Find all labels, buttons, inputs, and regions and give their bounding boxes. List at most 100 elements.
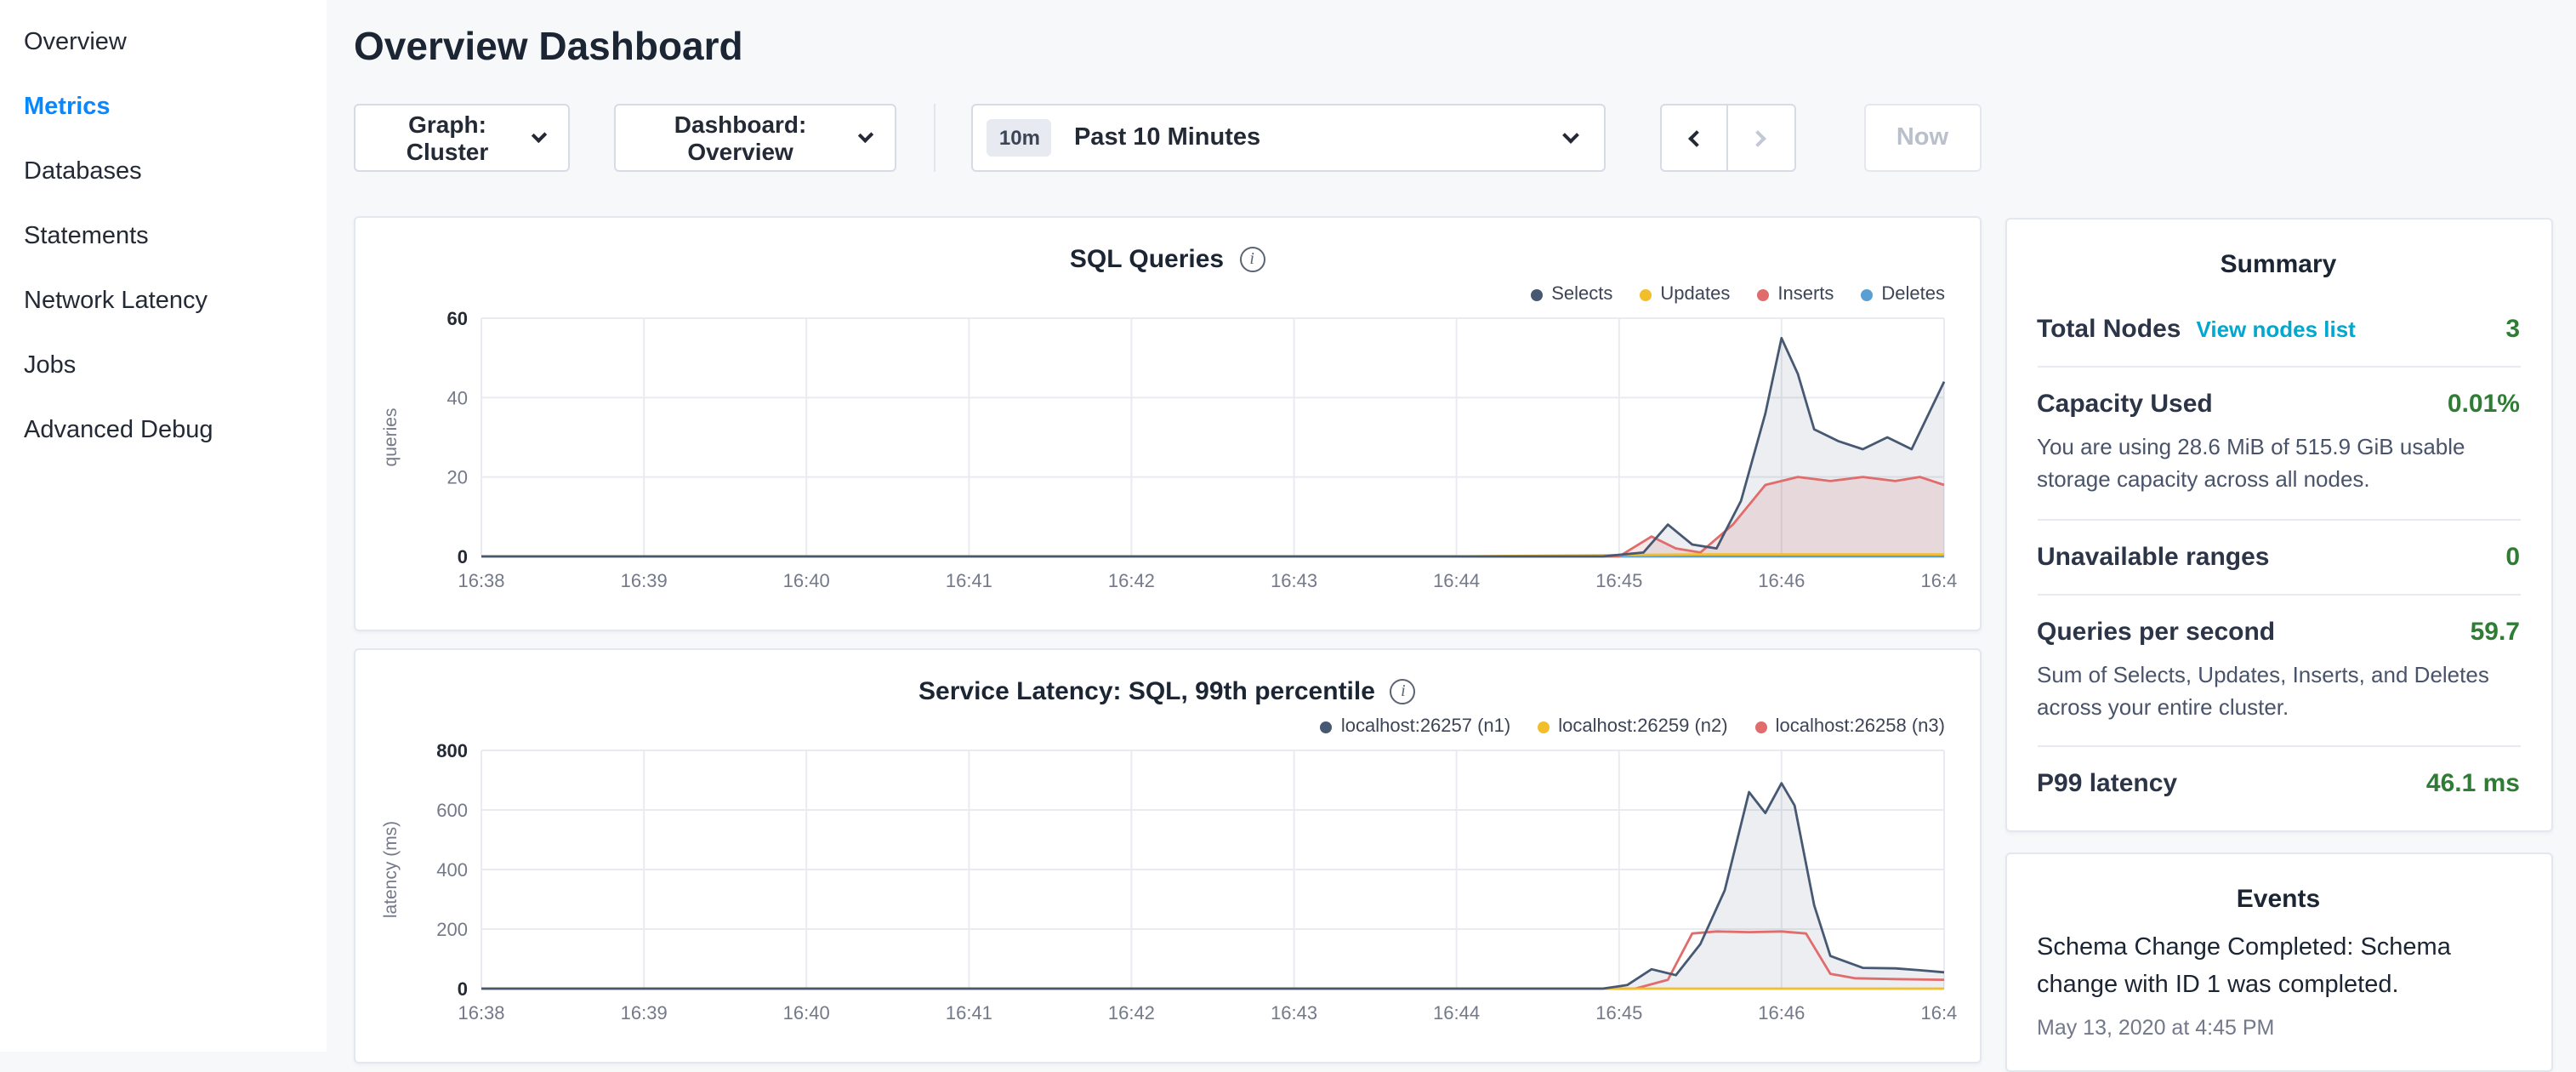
summary-description: You are using 28.6 MiB of 515.9 GiB usab…: [2037, 432, 2520, 496]
chart-svg: 16:3816:3916:4016:4116:4216:4316:4416:45…: [376, 308, 1958, 607]
legend-item[interactable]: Updates: [1640, 284, 1730, 305]
svg-text:16:38: 16:38: [458, 1002, 504, 1024]
toolbar: Graph: Cluster Dashboard: Overview 10m P…: [354, 104, 1981, 172]
svg-text:16:44: 16:44: [1433, 570, 1480, 591]
now-button[interactable]: Now: [1864, 104, 1981, 172]
chart-header: Service Latency: SQL, 99th percentile i: [376, 677, 1959, 706]
svg-text:16:46: 16:46: [1758, 570, 1805, 591]
info-icon[interactable]: i: [1390, 679, 1416, 704]
svg-text:16:42: 16:42: [1108, 1002, 1155, 1024]
events-list: Schema Change Completed: Schema change w…: [2037, 932, 2520, 1040]
summary-value: 59.7: [2471, 617, 2520, 646]
chart-plot: 16:3816:3916:4016:4116:4216:4316:4416:45…: [376, 308, 1959, 607]
now-button-label: Now: [1896, 124, 1948, 151]
svg-text:0: 0: [458, 546, 468, 567]
svg-text:60: 60: [447, 308, 468, 329]
summary-panel: Summary Total NodesView nodes list3Capac…: [2005, 218, 2552, 833]
summary-value: 3: [2505, 315, 2520, 344]
summary-row: P99 latency46.1 ms: [2037, 748, 2520, 821]
summary-value: 0: [2505, 542, 2520, 571]
legend-item[interactable]: Inserts: [1757, 284, 1834, 305]
svg-text:16:38: 16:38: [458, 570, 504, 591]
svg-text:16:46: 16:46: [1758, 1002, 1805, 1024]
sidebar-item-advanced-debug[interactable]: Advanced Debug: [0, 398, 327, 463]
event-item[interactable]: Schema Change Completed: Schema change w…: [2037, 932, 2520, 1040]
legend-item[interactable]: Deletes: [1861, 284, 1945, 305]
dashboard-dropdown-label: Dashboard: Overview: [640, 111, 841, 165]
sidebar-item-jobs[interactable]: Jobs: [0, 334, 327, 398]
graph-dropdown-label: Graph: Cluster: [379, 111, 515, 165]
legend-dot-icon: [1757, 288, 1769, 300]
svg-text:16:47: 16:47: [1920, 1002, 1958, 1024]
svg-text:16:43: 16:43: [1271, 570, 1317, 591]
chart-svg: 16:38 16:39 16:40 16:41 16:42 16:43 16:44 16:45…: [376, 740, 1958, 1040]
chart-legend: Selects Updates Inserts Deletes: [376, 284, 1945, 305]
legend-dot-icon: [1321, 721, 1333, 733]
sidebar-item-statements[interactable]: Statements: [0, 204, 327, 269]
svg-text:16:42: 16:42: [1108, 570, 1155, 591]
events-title: Events: [2037, 886, 2520, 915]
time-range-picker[interactable]: 10m Past 10 Minutes: [972, 104, 1606, 172]
time-forward-button[interactable]: [1728, 104, 1796, 172]
summary-description: Sum of Selects, Updates, Inserts, and De…: [2037, 659, 2520, 723]
summary-label: P99 latency: [2037, 770, 2177, 799]
svg-text:0: 0: [458, 978, 468, 1000]
summary-row: Queries per second59.7Sum of Selects, Up…: [2037, 595, 2520, 747]
svg-text:200: 200: [436, 919, 468, 940]
sql-queries-chart-card: SQL Queries i Selects Updates Inserts Delet…: [354, 216, 1981, 631]
legend-item[interactable]: localhost:26259 (n2): [1538, 716, 1727, 737]
legend-label: localhost:26257 (n1): [1341, 716, 1510, 737]
svg-text:400: 400: [436, 859, 468, 881]
event-text: Schema Change Completed: Schema change w…: [2037, 932, 2520, 1006]
events-panel: Events Schema Change Completed: Schema c…: [2005, 853, 2552, 1072]
summary-row: Total NodesView nodes list3: [2037, 293, 2520, 368]
legend-dot-icon: [1531, 288, 1543, 300]
chevron-right-icon: [1750, 129, 1767, 146]
sidebar-nav: OverviewMetricsDatabasesStatementsNetwor…: [0, 10, 327, 463]
sidebar-item-overview[interactable]: Overview: [0, 10, 327, 75]
summary-row: Capacity Used0.01%You are using 28.6 MiB…: [2037, 368, 2520, 520]
time-range-label: Past 10 Minutes: [1074, 124, 1565, 151]
sidebar-item-databases[interactable]: Databases: [0, 140, 327, 204]
chart-legend: localhost:26257 (n1) localhost:26259 (n2)…: [376, 716, 1945, 737]
time-back-button[interactable]: [1660, 104, 1728, 172]
graph-dropdown[interactable]: Graph: Cluster: [354, 104, 570, 172]
chevron-down-icon: [857, 127, 873, 143]
sidebar-item-metrics[interactable]: Metrics: [0, 75, 327, 140]
svg-text:16:41: 16:41: [946, 1002, 992, 1024]
svg-text:16:39: 16:39: [621, 570, 668, 591]
page-title: Overview Dashboard: [354, 24, 1981, 70]
info-icon[interactable]: i: [1239, 247, 1265, 272]
summary-label: Unavailable ranges: [2037, 542, 2269, 571]
toolbar-divider: [933, 104, 935, 172]
svg-text:16:40: 16:40: [783, 1002, 830, 1024]
legend-label: localhost:26259 (n2): [1558, 716, 1727, 737]
svg-text:latency (ms): latency (ms): [381, 821, 401, 918]
legend-label: Selects: [1551, 284, 1612, 305]
svg-text:16:45: 16:45: [1595, 1002, 1642, 1024]
main-content: Overview Dashboard Graph: Cluster Dashbo…: [327, 0, 2005, 1052]
event-timestamp: May 13, 2020 at 4:45 PM: [2037, 1016, 2520, 1040]
legend-label: Updates: [1660, 284, 1730, 305]
chart-plot: 16:38 16:39 16:40 16:41 16:42 16:43 16:44 16:45…: [376, 740, 1959, 1040]
time-step-buttons: [1660, 104, 1796, 172]
svg-text:16:39: 16:39: [621, 1002, 668, 1024]
legend-item[interactable]: Selects: [1531, 284, 1612, 305]
summary-title: Summary: [2037, 250, 2520, 279]
svg-text:16:44: 16:44: [1433, 1002, 1480, 1024]
service-latency-chart-card: Service Latency: SQL, 99th percentile i …: [354, 648, 1981, 1063]
chevron-down-icon: [532, 127, 547, 142]
dashboard-dropdown[interactable]: Dashboard: Overview: [614, 104, 896, 172]
view-nodes-link[interactable]: View nodes list: [2196, 316, 2355, 342]
legend-item[interactable]: localhost:26258 (n3): [1755, 716, 1945, 737]
svg-text:600: 600: [436, 800, 468, 821]
sidebar-item-network-latency[interactable]: Network Latency: [0, 269, 327, 334]
sidebar: OverviewMetricsDatabasesStatementsNetwor…: [0, 0, 327, 1052]
chart-title: Service Latency: SQL, 99th percentile: [918, 677, 1375, 706]
legend-dot-icon: [1538, 721, 1550, 733]
summary-label: Capacity Used: [2037, 390, 2213, 419]
legend-item[interactable]: localhost:26257 (n1): [1321, 716, 1510, 737]
svg-text:16:43: 16:43: [1271, 1002, 1317, 1024]
summary-rows: Total NodesView nodes list3Capacity Used…: [2037, 293, 2520, 821]
chart-title: SQL Queries: [1070, 245, 1224, 274]
